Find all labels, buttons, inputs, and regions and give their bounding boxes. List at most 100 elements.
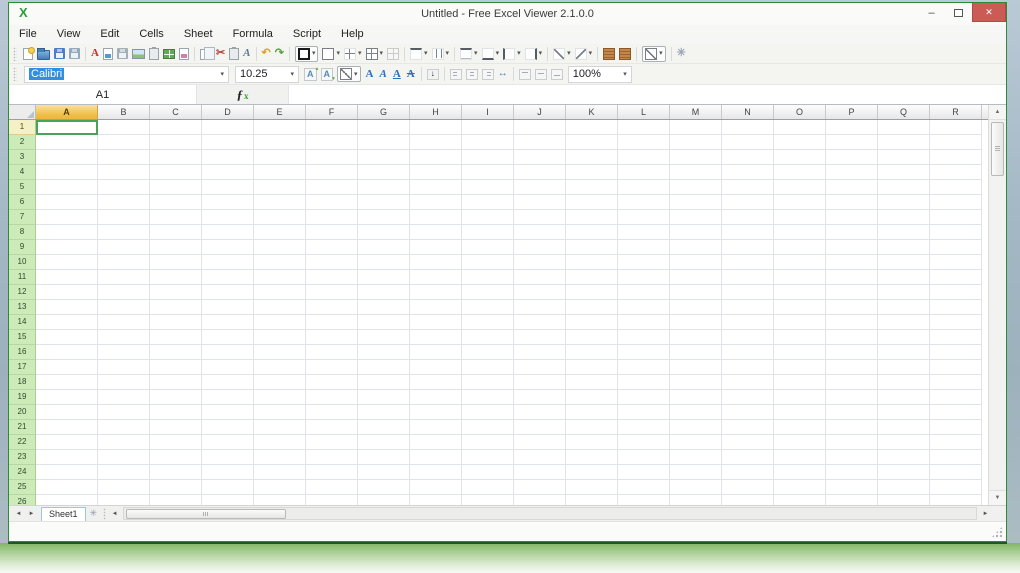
- row-header-4[interactable]: 4: [9, 165, 36, 180]
- cell-N17[interactable]: [722, 360, 774, 375]
- cell-L12[interactable]: [618, 285, 670, 300]
- toolbar-grip[interactable]: [13, 67, 17, 81]
- border-style-button[interactable]: ▾: [295, 46, 319, 62]
- align-left-button[interactable]: [448, 68, 464, 81]
- cell-C17[interactable]: [150, 360, 202, 375]
- border-top-bottom-button[interactable]: ▾: [458, 47, 480, 61]
- row-header-17[interactable]: 17: [9, 360, 36, 375]
- menu-formula[interactable]: Formula: [223, 25, 283, 44]
- select-all-corner[interactable]: [9, 105, 36, 119]
- cell-B2[interactable]: [98, 135, 150, 150]
- tab-scroll-left-button[interactable]: ◄: [12, 507, 25, 520]
- strikethrough-button[interactable]: A: [404, 68, 418, 81]
- cell-P21[interactable]: [826, 420, 878, 435]
- cell-F20[interactable]: [306, 405, 358, 420]
- row-header-2[interactable]: 2: [9, 135, 36, 150]
- cell-R8[interactable]: [930, 225, 982, 240]
- cell-H16[interactable]: [410, 345, 462, 360]
- cell-H12[interactable]: [410, 285, 462, 300]
- cell-M13[interactable]: [670, 300, 722, 315]
- cell-K12[interactable]: [566, 285, 618, 300]
- cell-R2[interactable]: [930, 135, 982, 150]
- cell-N24[interactable]: [722, 465, 774, 480]
- resize-grip[interactable]: [991, 526, 1003, 538]
- cell-E13[interactable]: [254, 300, 306, 315]
- save-as-button[interactable]: [67, 47, 82, 60]
- cell-L11[interactable]: [618, 270, 670, 285]
- cell-M23[interactable]: [670, 450, 722, 465]
- cell-I6[interactable]: [462, 195, 514, 210]
- cell-A10[interactable]: [36, 255, 98, 270]
- cell-G4[interactable]: [358, 165, 410, 180]
- cell-F17[interactable]: [306, 360, 358, 375]
- cell-N23[interactable]: [722, 450, 774, 465]
- cell-B23[interactable]: [98, 450, 150, 465]
- cell-F8[interactable]: [306, 225, 358, 240]
- cell-G1[interactable]: [358, 120, 410, 135]
- cell-A8[interactable]: [36, 225, 98, 240]
- row-header-25[interactable]: 25: [9, 480, 36, 495]
- cell-F16[interactable]: [306, 345, 358, 360]
- chevron-down-icon[interactable]: ▾: [659, 50, 663, 57]
- cell-D14[interactable]: [202, 315, 254, 330]
- menu-sheet[interactable]: Sheet: [174, 25, 223, 44]
- cell-F9[interactable]: [306, 240, 358, 255]
- cell-I10[interactable]: [462, 255, 514, 270]
- cell-K2[interactable]: [566, 135, 618, 150]
- cell-H13[interactable]: [410, 300, 462, 315]
- cell-Q6[interactable]: [878, 195, 930, 210]
- cell-F11[interactable]: [306, 270, 358, 285]
- horizontal-scrollbar[interactable]: [123, 507, 977, 520]
- cell-N3[interactable]: [722, 150, 774, 165]
- cell-I5[interactable]: [462, 180, 514, 195]
- italic-button[interactable]: A: [376, 68, 389, 81]
- redo-button[interactable]: ↷: [273, 47, 286, 60]
- cell-Q21[interactable]: [878, 420, 930, 435]
- cell-Q5[interactable]: [878, 180, 930, 195]
- cell-H25[interactable]: [410, 480, 462, 495]
- cell-A12[interactable]: [36, 285, 98, 300]
- cell-K13[interactable]: [566, 300, 618, 315]
- cell-P6[interactable]: [826, 195, 878, 210]
- cell-D5[interactable]: [202, 180, 254, 195]
- cell-R16[interactable]: [930, 345, 982, 360]
- cell-P3[interactable]: [826, 150, 878, 165]
- cell-K7[interactable]: [566, 210, 618, 225]
- cell-F24[interactable]: [306, 465, 358, 480]
- open-file-button[interactable]: [35, 47, 52, 61]
- cell-C23[interactable]: [150, 450, 202, 465]
- cell-N19[interactable]: [722, 390, 774, 405]
- cell-M8[interactable]: [670, 225, 722, 240]
- cell-O7[interactable]: [774, 210, 826, 225]
- cell-B22[interactable]: [98, 435, 150, 450]
- cell-F3[interactable]: [306, 150, 358, 165]
- cell-G8[interactable]: [358, 225, 410, 240]
- cell-E22[interactable]: [254, 435, 306, 450]
- splitter-handle[interactable]: [103, 508, 106, 520]
- cell-J6[interactable]: [514, 195, 566, 210]
- cell-I11[interactable]: [462, 270, 514, 285]
- cell-J17[interactable]: [514, 360, 566, 375]
- cell-Q3[interactable]: [878, 150, 930, 165]
- cell-F25[interactable]: [306, 480, 358, 495]
- border-right-button[interactable]: ▾: [523, 47, 545, 61]
- cell-I20[interactable]: [462, 405, 514, 420]
- cell-I16[interactable]: [462, 345, 514, 360]
- cell-Q8[interactable]: [878, 225, 930, 240]
- cell-O1[interactable]: [774, 120, 826, 135]
- border-diagonal-down-button[interactable]: ▾: [573, 47, 595, 61]
- cell-M11[interactable]: [670, 270, 722, 285]
- cell-A2[interactable]: [36, 135, 98, 150]
- border-none-button[interactable]: ▾: [642, 46, 666, 62]
- cell-O13[interactable]: [774, 300, 826, 315]
- cell-L5[interactable]: [618, 180, 670, 195]
- cell-K5[interactable]: [566, 180, 618, 195]
- row-header-13[interactable]: 13: [9, 300, 36, 315]
- cell-C12[interactable]: [150, 285, 202, 300]
- cell-C20[interactable]: [150, 405, 202, 420]
- cell-B12[interactable]: [98, 285, 150, 300]
- cell-E10[interactable]: [254, 255, 306, 270]
- cell-D18[interactable]: [202, 375, 254, 390]
- cell-H20[interactable]: [410, 405, 462, 420]
- cell-H21[interactable]: [410, 420, 462, 435]
